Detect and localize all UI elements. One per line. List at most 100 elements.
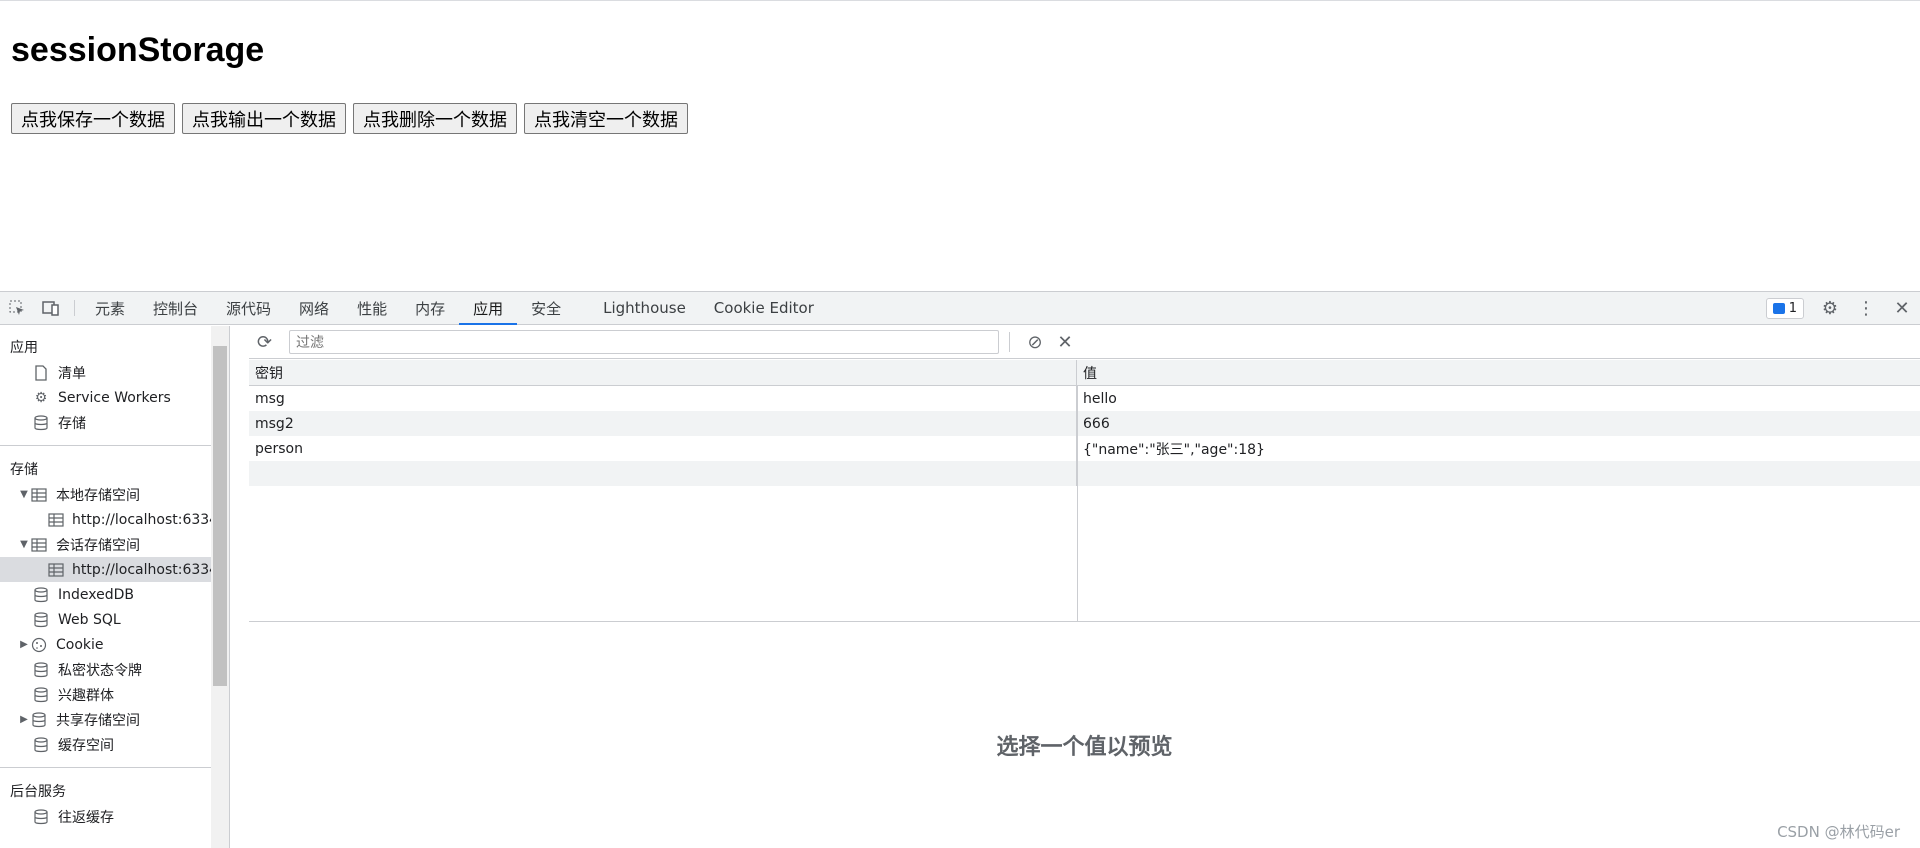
- sidebar-divider: [0, 445, 211, 446]
- column-divider: [1077, 386, 1078, 622]
- sidebar-item-session-storage[interactable]: ▼ 会话存储空间: [0, 532, 229, 557]
- tab-cookie-editor[interactable]: Cookie Editor: [700, 292, 828, 324]
- database-icon: [32, 808, 50, 825]
- button-row: 点我保存一个数据 点我输出一个数据 点我删除一个数据 点我清空一个数据: [11, 103, 688, 134]
- issues-count: 1: [1788, 301, 1797, 316]
- gears-icon: ⚙: [34, 389, 48, 406]
- sidebar-item-label: 本地存储空间: [56, 487, 140, 504]
- cookie-icon: [30, 637, 48, 653]
- database-icon: [32, 736, 50, 753]
- preview-placeholder: 选择一个值以预览: [996, 735, 1173, 760]
- column-header-key[interactable]: 密钥: [249, 360, 1077, 385]
- sidebar-scrollbar[interactable]: [211, 326, 229, 848]
- tab-memory[interactable]: 内存: [401, 292, 459, 324]
- database-icon: [32, 686, 50, 703]
- table-icon: [48, 562, 64, 578]
- expand-triangle-icon[interactable]: ▶: [18, 714, 30, 725]
- filter-input[interactable]: [289, 330, 999, 354]
- sidebar-group-application: 应用: [10, 340, 38, 356]
- storage-toolbar: ⟳ ⊘ ✕: [249, 326, 1920, 359]
- tab-elements[interactable]: 元素: [81, 292, 139, 324]
- watermark: CSDN @林代码er: [1777, 823, 1900, 841]
- message-icon: [1772, 303, 1785, 314]
- clear-data-button[interactable]: 点我清空一个数据: [524, 103, 688, 134]
- table-row[interactable]: msg2 666: [249, 411, 1920, 436]
- gear-icon[interactable]: ⚙: [1812, 298, 1848, 319]
- save-data-button[interactable]: 点我保存一个数据: [11, 103, 175, 134]
- sidebar-item-label: http://localhost:63342/: [72, 561, 230, 578]
- clear-all-icon[interactable]: ⊘: [1020, 332, 1050, 353]
- table-row[interactable]: msg hello: [249, 386, 1920, 411]
- table-icon: [30, 537, 48, 553]
- inspect-element-icon[interactable]: [0, 292, 34, 324]
- tab-network[interactable]: 网络: [285, 292, 343, 324]
- more-options-icon[interactable]: ⋮: [1848, 298, 1884, 319]
- expand-triangle-icon[interactable]: ▼: [18, 539, 30, 550]
- tab-lighthouse[interactable]: Lighthouse: [589, 292, 700, 324]
- tab-console[interactable]: 控制台: [139, 292, 212, 324]
- cell-value: hello: [1083, 390, 1117, 407]
- expand-triangle-icon[interactable]: ▶: [18, 639, 30, 650]
- sidebar-item-label: 存储: [58, 415, 86, 432]
- sidebar-item-label: IndexedDB: [58, 586, 134, 603]
- sidebar-item-label: Web SQL: [58, 611, 121, 628]
- cell-value: {"name":"张三","age":18}: [1083, 441, 1265, 458]
- sidebar-group-background-services: 后台服务: [10, 784, 66, 800]
- delete-data-button[interactable]: 点我删除一个数据: [353, 103, 517, 134]
- expand-triangle-icon[interactable]: ▼: [18, 489, 30, 500]
- sidebar-item-cookie[interactable]: ▶ Cookie: [0, 632, 229, 657]
- sidebar-item-label: Service Workers: [58, 389, 171, 406]
- device-toolbar-icon[interactable]: [34, 292, 68, 324]
- database-icon: [32, 611, 50, 628]
- sidebar-item-label: 清单: [58, 365, 86, 382]
- sidebar-item-storage[interactable]: 存储: [0, 410, 229, 435]
- database-icon: [32, 586, 50, 603]
- tab-application[interactable]: 应用: [459, 292, 518, 325]
- sidebar-item-label: 共享存储空间: [56, 712, 140, 729]
- issues-badge[interactable]: 1: [1765, 298, 1804, 319]
- table-header: 密钥 值: [249, 360, 1920, 386]
- cell-key: msg: [249, 386, 1077, 411]
- sidebar-item-label: 缓存空间: [58, 737, 114, 754]
- tab-performance[interactable]: 性能: [343, 292, 401, 324]
- tab-separator: [74, 300, 75, 316]
- sidebar-item-interest-groups[interactable]: 兴趣群体: [0, 682, 229, 707]
- devtools-panel: 元素 控制台 源代码 网络 性能 内存 应用 安全 Lighthouse Coo…: [0, 291, 1920, 848]
- storage-table: 密钥 值 msg hello msg2 666 person {"name":"…: [249, 360, 1920, 622]
- delete-selected-icon[interactable]: ✕: [1050, 332, 1080, 353]
- sidebar-item-label: http://localhost:63342/: [72, 511, 230, 528]
- output-data-button[interactable]: 点我输出一个数据: [182, 103, 346, 134]
- web-page: sessionStorage 点我保存一个数据 点我输出一个数据 点我删除一个数…: [0, 0, 1920, 291]
- sidebar-item-service-workers[interactable]: ⚙ Service Workers: [0, 385, 229, 410]
- sidebar-item-cache-storage[interactable]: 缓存空间: [0, 732, 229, 757]
- cell-value: 666: [1083, 415, 1110, 432]
- tab-sources[interactable]: 源代码: [212, 292, 285, 324]
- sidebar-item-bfcache[interactable]: 往返缓存: [0, 804, 229, 829]
- sidebar-item-session-origin[interactable]: http://localhost:63342/: [0, 557, 229, 582]
- sidebar-item-label: 往返缓存: [58, 809, 114, 826]
- table-row[interactable]: person {"name":"张三","age":18}: [249, 436, 1920, 461]
- cell-key: person: [249, 436, 1077, 461]
- sidebar-item-manifest[interactable]: 清单: [0, 360, 229, 385]
- database-icon: [30, 711, 48, 728]
- sidebar-divider: [0, 767, 211, 768]
- sidebar-group-storage: 存储: [10, 462, 38, 478]
- sidebar-item-shared-storage[interactable]: ▶ 共享存储空间: [0, 707, 229, 732]
- column-header-value[interactable]: 值: [1077, 360, 1920, 385]
- sidebar-item-indexeddb[interactable]: IndexedDB: [0, 582, 229, 607]
- page-title: sessionStorage: [11, 31, 265, 69]
- table-row-empty[interactable]: [249, 461, 1920, 486]
- refresh-icon[interactable]: ⟳: [257, 332, 281, 353]
- sidebar-item-local-storage[interactable]: ▼ 本地存储空间: [0, 482, 229, 507]
- sidebar-item-local-origin[interactable]: http://localhost:63342/: [0, 507, 229, 532]
- table-icon: [48, 512, 64, 528]
- sidebar-item-private-state-tokens[interactable]: 私密状态令牌: [0, 657, 229, 682]
- sidebar-item-label: 兴趣群体: [58, 687, 114, 704]
- tab-security[interactable]: 安全: [517, 292, 575, 324]
- devtools-right-controls: 1 ⚙ ⋮ ✕: [1765, 292, 1920, 325]
- sidebar-item-websql[interactable]: Web SQL: [0, 607, 229, 632]
- cell-value: [1077, 461, 1920, 486]
- close-icon[interactable]: ✕: [1884, 298, 1920, 319]
- application-sidebar: 应用 清单 ⚙ Service Workers 存储 存储 ▼ 本地存储空间 h…: [0, 326, 230, 848]
- scrollbar-thumb[interactable]: [213, 346, 227, 686]
